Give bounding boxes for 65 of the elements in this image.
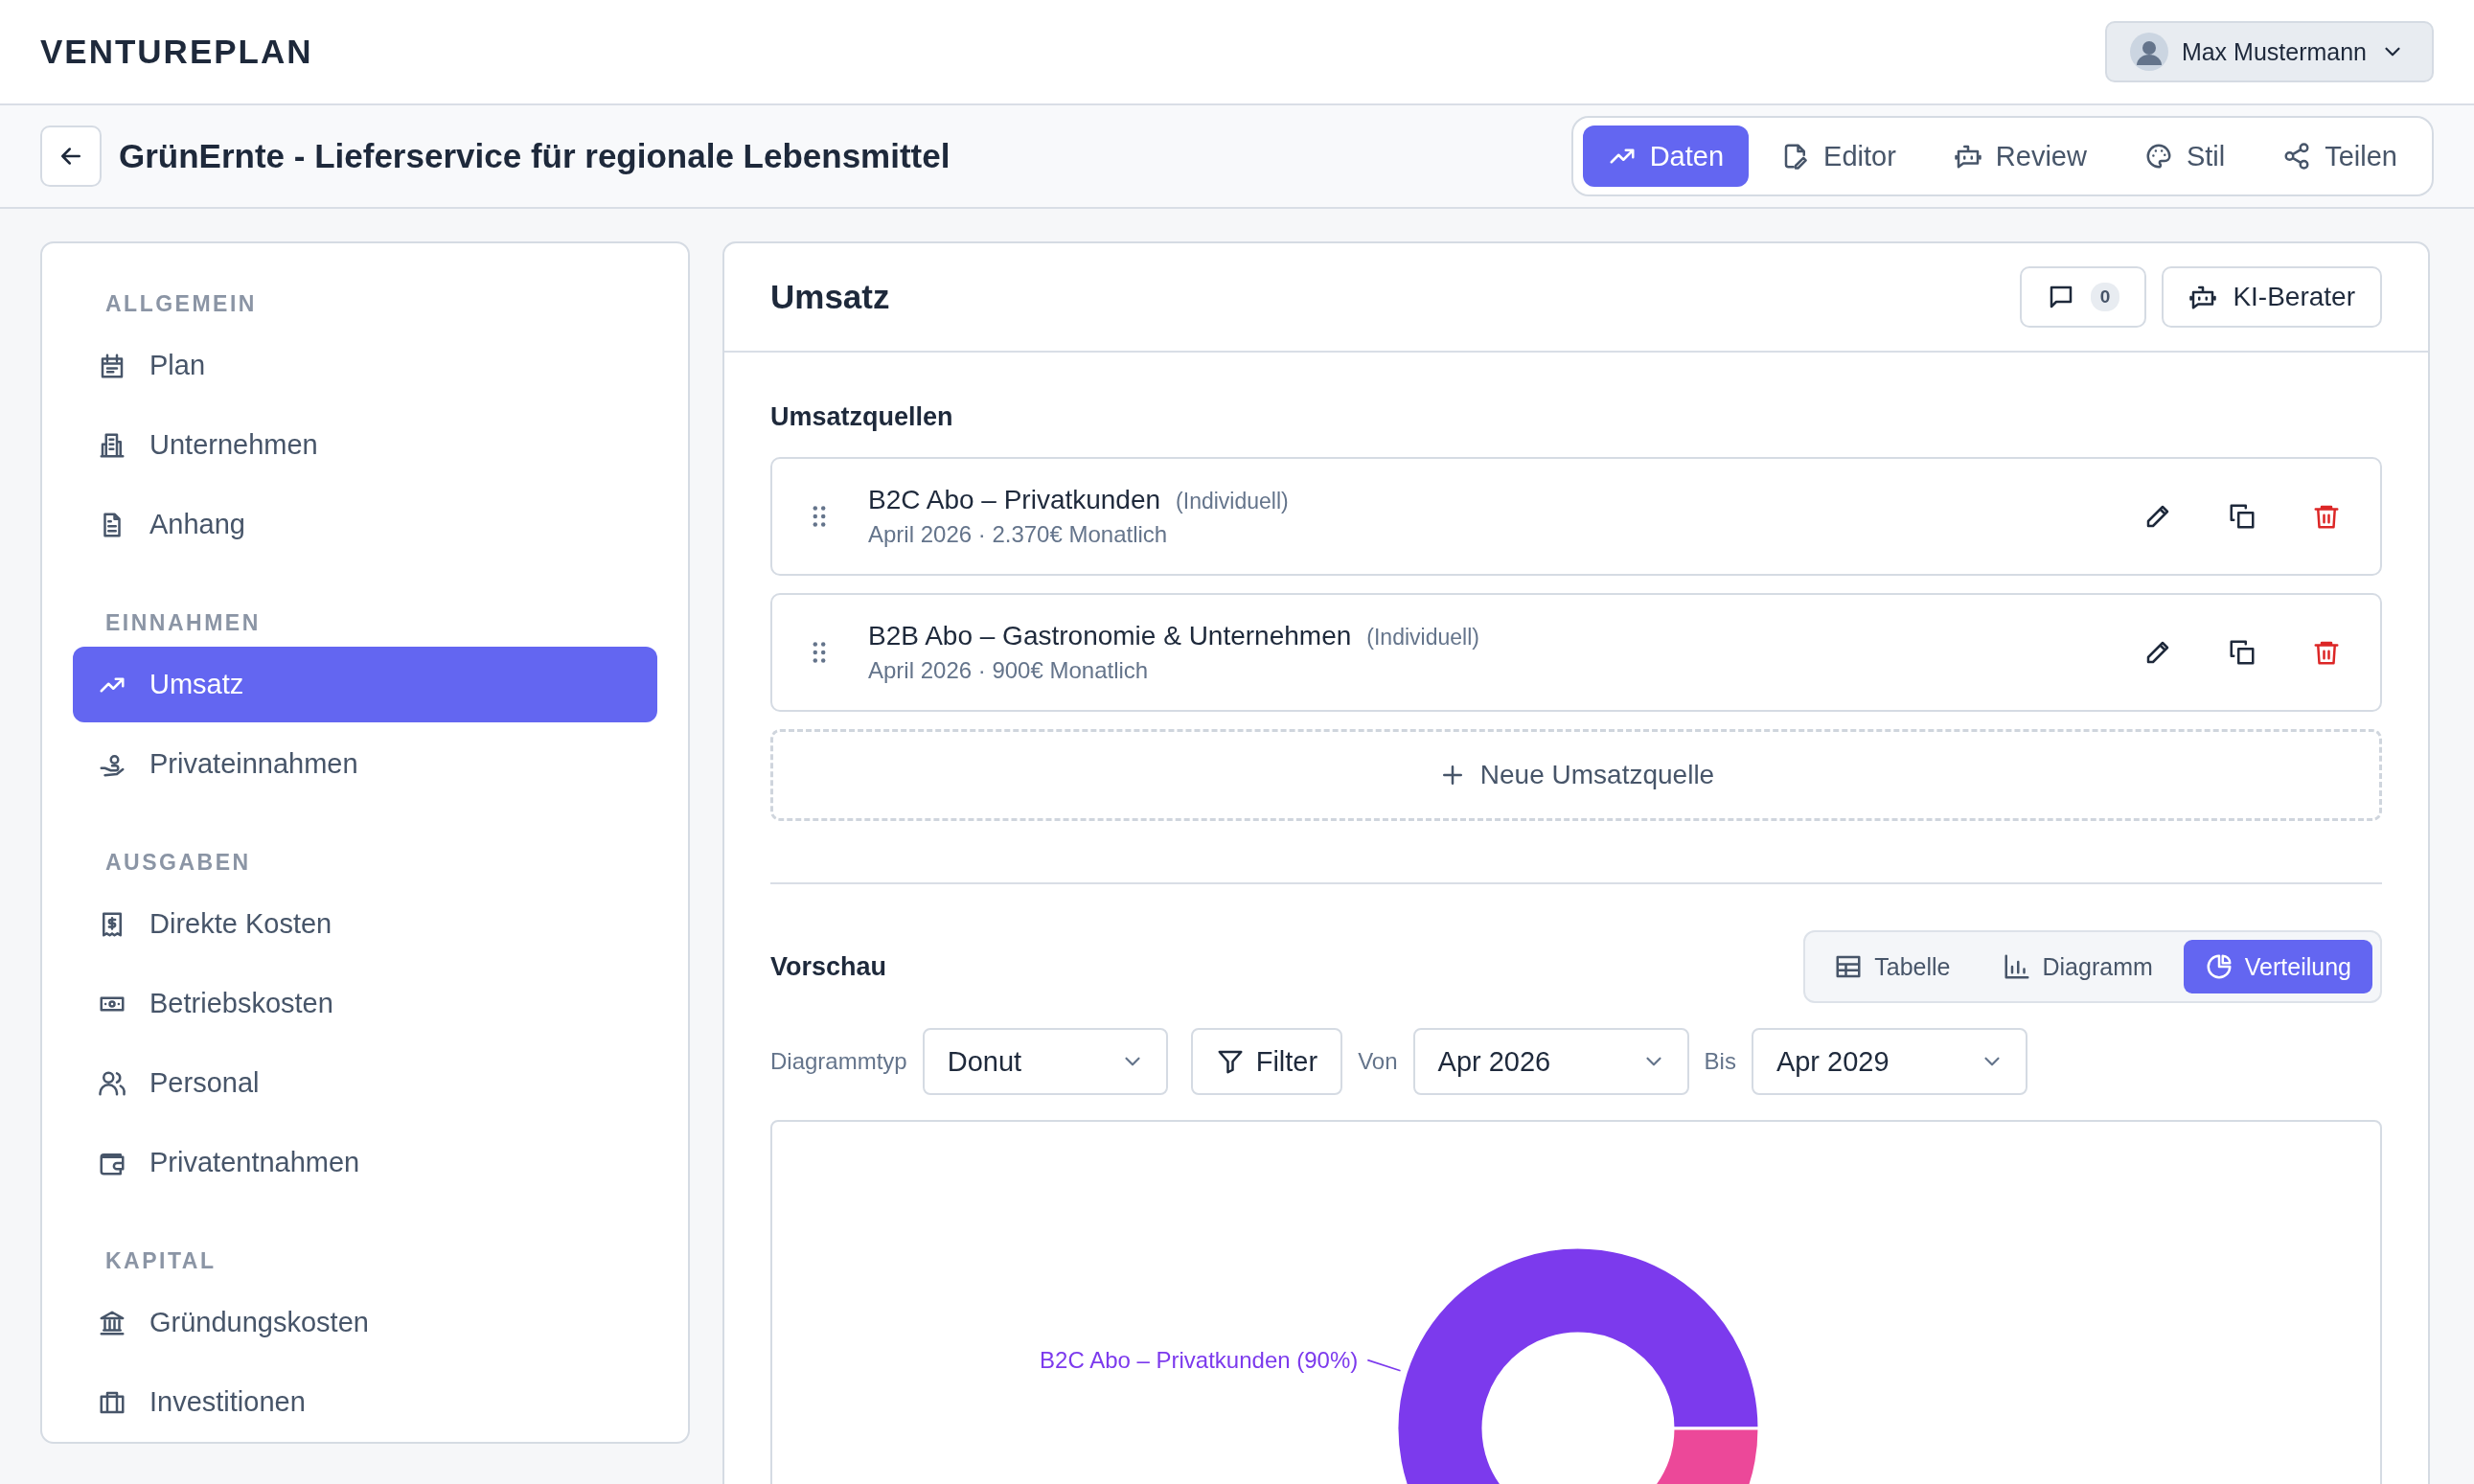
back-button[interactable] — [40, 126, 102, 187]
sidebar-item-label: Personal — [149, 1067, 260, 1099]
source-name: B2C Abo – Privatkunden — [868, 485, 1161, 515]
drag-handle-icon[interactable] — [813, 641, 826, 664]
comment-count: 0 — [2090, 283, 2120, 311]
field-label: Von — [1358, 1048, 1398, 1075]
sidebar-item[interactable]: Privatentnahmen — [73, 1125, 657, 1200]
tab[interactable]: Editor — [1756, 126, 1921, 187]
sidebar-item-label: Unternehmen — [149, 429, 318, 461]
sidebar-item-label: Gründungskosten — [149, 1307, 369, 1338]
add-source-button[interactable]: Neue Umsatzquelle — [770, 729, 2382, 821]
section-heading: EINNAHMEN — [104, 609, 262, 637]
sidebar-item[interactable]: Plan — [73, 328, 657, 403]
field-label: Diagrammtyp — [770, 1048, 907, 1075]
sidebar-item[interactable]: Unternehmen — [73, 407, 657, 483]
source-type: (Individuell) — [1366, 625, 1479, 651]
sidebar-item-label: Investitionen — [149, 1386, 306, 1418]
sidebar-item[interactable]: Direkte Kosten — [73, 886, 657, 962]
copy-icon — [2228, 638, 2256, 667]
sidebar-item-label: Betriebskosten — [149, 988, 333, 1019]
sidebar-item[interactable]: Anhang — [73, 487, 657, 562]
view-tab[interactable]: Diagramm — [1981, 940, 2174, 993]
section-heading: KAPITAL — [104, 1247, 218, 1275]
sidebar-item-label: Privatentnahmen — [149, 1147, 360, 1178]
sidebar-item[interactable]: Gründungskosten — [73, 1285, 657, 1360]
tab[interactable]: Teilen — [2257, 126, 2422, 187]
from-date-select[interactable]: Apr 2026 — [1412, 1028, 1689, 1095]
sidebar-item-label: Anhang — [149, 509, 245, 540]
project-title: GrünErnte - Lieferservice für regionale Lebensmittel — [119, 137, 951, 175]
source-detail: April 2026 · 900€ Monatlich — [868, 657, 1150, 684]
section-title: Vorschau — [770, 951, 887, 982]
sidebar-item[interactable]: Privateinnahmen — [73, 726, 657, 802]
comments-button[interactable]: 0 — [2019, 266, 2147, 328]
leader-line — [1366, 1358, 1402, 1372]
sidebar-item-label: Privateinnahmen — [149, 748, 358, 780]
data-label: B2C Abo – Privatkunden (90%) — [1040, 1346, 1359, 1373]
section-heading: ALLGEMEIN — [104, 290, 258, 318]
tab[interactable]: Review — [1928, 126, 2112, 187]
sidebar-item-label: Umsatz — [149, 669, 244, 700]
source-type: (Individuell) — [1176, 489, 1289, 514]
sidebar-item[interactable]: Personal — [73, 1045, 657, 1121]
copy-icon — [2228, 502, 2256, 531]
tab[interactable]: Stil — [2119, 126, 2251, 187]
section-title: Umsatzquellen — [770, 402, 954, 432]
user-menu-button[interactable]: Max Mustermann — [2104, 21, 2434, 82]
source-name: B2B Abo – Gastronomie & Unternehmen — [868, 621, 1352, 651]
panel-title: Umsatz — [770, 278, 891, 316]
sidebar-item[interactable]: Umsatz — [73, 647, 657, 722]
field-label: Bis — [1704, 1048, 1736, 1075]
avatar-icon — [2129, 33, 2168, 71]
chart-type-select[interactable]: Donut — [922, 1028, 1168, 1095]
to-date-select[interactable]: Apr 2029 — [1751, 1028, 2027, 1095]
drag-handle-icon[interactable] — [813, 505, 826, 528]
sidebar-item-label: Plan — [149, 350, 206, 381]
app-logo: VENTUREPLAN — [40, 33, 313, 71]
advisor-button[interactable]: KI-Berater — [2162, 266, 2382, 328]
filter-button[interactable]: Filter — [1190, 1028, 1343, 1095]
sidebar-item[interactable]: Betriebskosten — [73, 966, 657, 1041]
source-detail: April 2026 · 2.370€ Monatlich — [868, 521, 1169, 548]
sidebar-item[interactable]: Investitionen — [73, 1364, 657, 1440]
view-tab[interactable]: Verteilung — [2183, 940, 2372, 993]
view-tab[interactable]: Tabelle — [1813, 940, 1972, 993]
tab[interactable]: Daten — [1582, 126, 1750, 187]
section-heading: AUSGABEN — [104, 849, 252, 877]
sidebar-item-label: Direkte Kosten — [149, 908, 332, 940]
